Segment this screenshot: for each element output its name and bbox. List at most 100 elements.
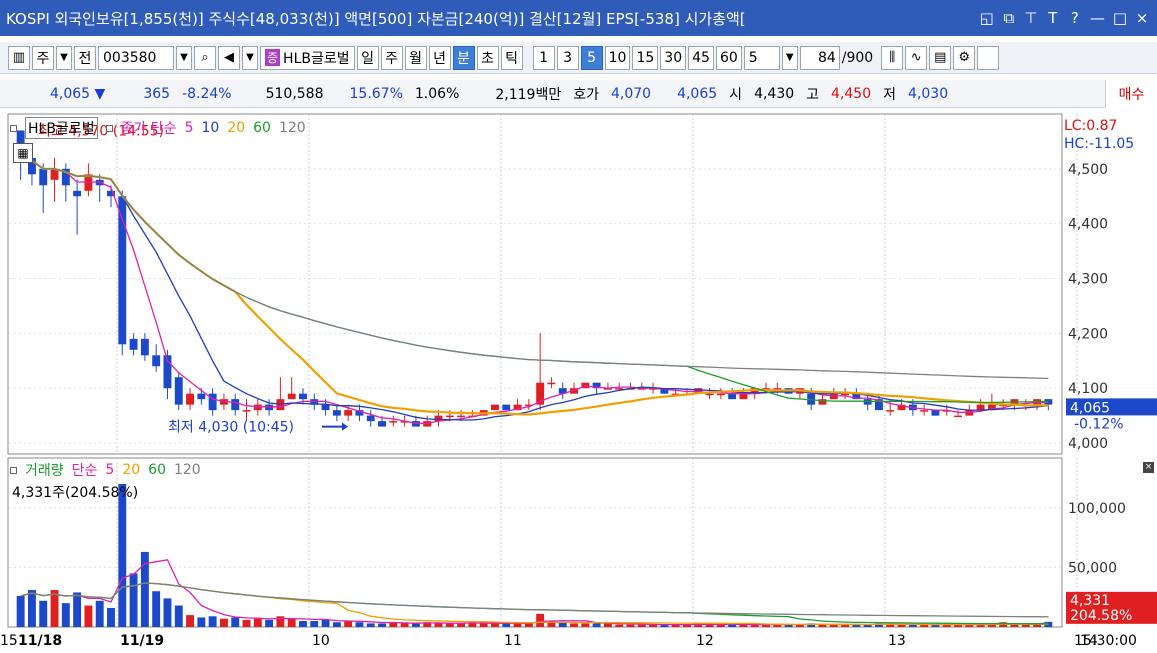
chart-canvas[interactable]: 4,000 4,100 4,200 4,300 4,400 4,500 50,000 100,…	[0, 112, 1157, 653]
interval-45[interactable]: 45	[688, 45, 714, 70]
chart-area[interactable]: 4,000 4,100 4,200 4,300 4,400 4,500 50,000 100,…	[0, 112, 1157, 653]
ma120-line	[20, 146, 1049, 380]
candle-type-icon[interactable]: ⫼	[881, 45, 904, 70]
help-icon[interactable]: ?	[1068, 9, 1082, 27]
ma20-label: 20	[227, 120, 246, 136]
region-selector[interactable]: 전	[74, 45, 96, 70]
price-axis-label: 4,400	[1068, 217, 1108, 233]
volume-bar	[366, 623, 375, 627]
current-price-axis: 4,065	[1070, 400, 1110, 416]
ma60-line	[20, 146, 1049, 404]
period-day[interactable]: 일	[356, 45, 379, 70]
speaker-dropdown-icon[interactable]: ▼	[242, 45, 258, 70]
count-input[interactable]: 84	[799, 45, 840, 70]
line-tool-icon[interactable]: ∿	[905, 45, 928, 70]
volume-bar	[118, 483, 127, 627]
price-axis-label: 4,300	[1068, 272, 1108, 288]
period-month[interactable]: 월	[404, 45, 427, 70]
close-icon[interactable]: ×	[1135, 9, 1149, 27]
volume-bar	[197, 617, 206, 627]
volume-bar	[400, 623, 409, 627]
change-percent: -8.24%	[182, 85, 232, 102]
maximize-icon[interactable]: □	[1113, 9, 1127, 27]
candle-body	[491, 404, 499, 411]
candle-body	[287, 393, 296, 400]
candle-body	[886, 410, 895, 412]
volume-bar	[344, 621, 353, 627]
candle-body	[140, 338, 149, 356]
period-minute[interactable]: 분	[452, 45, 475, 70]
volume-bar	[445, 623, 454, 627]
speaker-icon[interactable]: ◀	[218, 45, 240, 70]
stock-name-field[interactable]: 증 HLB글로벌	[260, 45, 355, 70]
gear-icon[interactable]: ⚙	[953, 45, 976, 70]
stock-legend-name[interactable]: HLB글로벌	[25, 117, 98, 139]
candle-body	[445, 415, 454, 418]
chart-toolbar: ▥ 주 ▼ 전 003580 ▼ ⌕ ◀ ▼ 증 HLB글로벌 일 주 월 년 …	[0, 42, 1157, 74]
interval-60[interactable]: 60	[715, 45, 742, 70]
candle-body	[197, 393, 206, 400]
price-axis-label: 4,200	[1068, 326, 1108, 342]
chevron-down-icon[interactable]: ▼	[56, 45, 72, 70]
interval-dropdown-icon[interactable]: ▼	[781, 45, 798, 70]
volume-bar	[457, 623, 466, 627]
stock-code-input[interactable]: 003580	[98, 45, 174, 70]
volume-bar	[592, 623, 601, 627]
candle-body	[129, 338, 138, 350]
candle-body	[39, 168, 48, 186]
time-axis-label: 11	[504, 633, 522, 649]
ask-price: 4,070	[610, 85, 652, 102]
interval-select[interactable]: 5	[743, 45, 780, 70]
table-icon[interactable]: ▦	[13, 143, 33, 163]
volume-bar	[152, 591, 161, 627]
minimize-icon[interactable]: —	[1090, 9, 1105, 27]
volume-bar	[355, 622, 364, 627]
mode-selector[interactable]: 주	[32, 45, 54, 70]
period-tick[interactable]: 틱	[500, 45, 523, 70]
interval-5[interactable]: 5	[580, 45, 603, 70]
vol-ma120-line	[20, 582, 1049, 618]
price-value: 4,065	[50, 85, 91, 102]
pin-icon[interactable]: ⊤	[1024, 9, 1038, 27]
volume-bar	[502, 623, 511, 627]
search-icon[interactable]: ⌕	[194, 45, 216, 70]
volume-bar	[615, 624, 624, 627]
close-panel-icon[interactable]: ×	[1143, 462, 1154, 473]
lc-label: LC:0.87	[1064, 118, 1117, 134]
volume-ma-series-label: 단순	[71, 463, 98, 479]
save-icon[interactable]: ▤	[929, 45, 952, 70]
interval-30[interactable]: 30	[660, 45, 687, 70]
code-dropdown-icon[interactable]: ▼	[176, 45, 192, 70]
current-volume-axis: 4,331	[1070, 593, 1110, 609]
volume-bar	[50, 590, 59, 627]
period-week[interactable]: 주	[380, 45, 403, 70]
volume-bar	[242, 619, 251, 627]
checkbox-icon[interactable]	[977, 45, 1000, 70]
vol-ma120-label: 120	[173, 462, 201, 478]
font-icon[interactable]: T	[1046, 9, 1060, 27]
volume-bar	[208, 616, 217, 627]
volume-bar	[95, 600, 104, 627]
volume-bar	[73, 592, 82, 627]
high-price: 4,450	[831, 85, 872, 102]
interval-1[interactable]: 1	[532, 45, 555, 70]
volume-bar	[637, 624, 646, 627]
legend-box-icon[interactable]	[105, 124, 113, 132]
interval-3[interactable]: 3	[556, 45, 579, 70]
legend-box-icon[interactable]	[10, 466, 17, 474]
legend-box-icon[interactable]	[10, 124, 17, 132]
interval-15[interactable]: 15	[632, 45, 659, 70]
interval-10[interactable]: 10	[604, 45, 631, 70]
vol-ma60-label: 60	[148, 462, 166, 478]
buy-button[interactable]: 매수	[1105, 80, 1157, 108]
period-year[interactable]: 년	[428, 45, 451, 70]
jeung-badge: 증	[265, 49, 281, 66]
restore-icon[interactable]: ◱	[980, 9, 994, 27]
volume-bar	[219, 618, 228, 627]
period-second[interactable]: 초	[476, 45, 499, 70]
candle-body	[366, 415, 375, 422]
layout-icon[interactable]: ▥	[8, 45, 30, 70]
title-bar: KOSPI 외국인보유[1,855(천)] 주식수[48,033(천)] 액면[…	[0, 0, 1157, 36]
price-axis-label: 4,100	[1068, 381, 1108, 397]
copy-icon[interactable]: ⧉	[1002, 9, 1016, 27]
